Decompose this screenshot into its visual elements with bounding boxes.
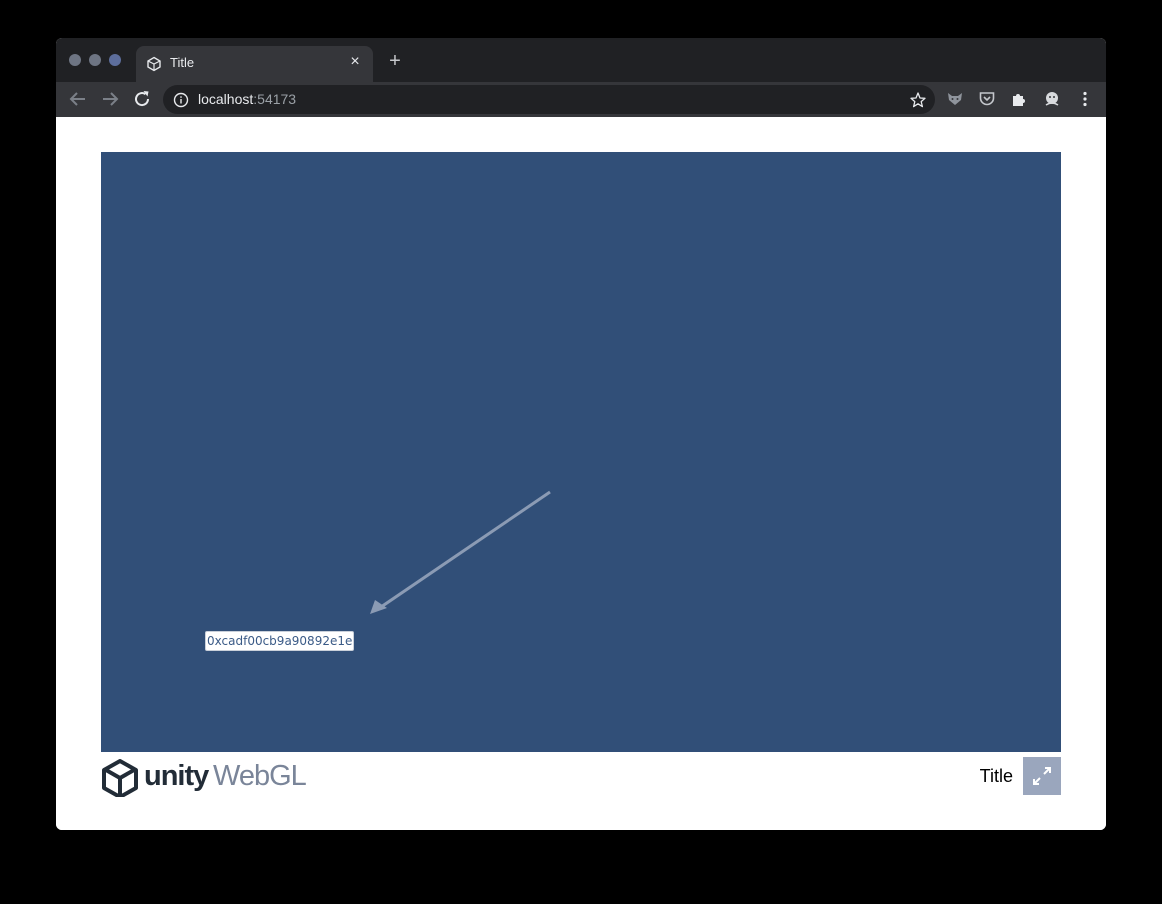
tab-close-icon[interactable]: × — [345, 52, 365, 72]
browser-window: Title × + localhost:54173 0xcadf00cb9a90… — [56, 38, 1106, 830]
fullscreen-icon — [1033, 767, 1051, 785]
tab-title[interactable]: Title × — [136, 46, 373, 82]
arrow-left-icon[interactable] — [66, 87, 90, 111]
webgl-wordmark: WebGL — [213, 760, 307, 792]
fox-extension-icon[interactable] — [946, 90, 964, 108]
unity-wordmark: unity — [144, 760, 209, 792]
tab-strip: Title × + — [56, 38, 1106, 82]
unity-webgl-logo: unity WebGL — [101, 757, 311, 797]
unity-tab-icon — [146, 56, 162, 72]
page-content: 0xcadf00cb9a90892e1e unity WebGL Title — [56, 117, 1106, 830]
url-port: :54173 — [253, 91, 297, 107]
address-bar[interactable]: localhost:54173 — [163, 85, 935, 114]
minimize-window-button[interactable] — [89, 54, 101, 66]
puzzle-icon[interactable] — [1010, 90, 1028, 108]
browser-toolbar: localhost:54173 — [56, 82, 1106, 117]
fullscreen-button[interactable] — [1023, 757, 1061, 795]
new-tab-button[interactable]: + — [385, 51, 405, 71]
url-text: localhost:54173 — [198, 91, 296, 107]
star-icon[interactable] — [909, 91, 927, 109]
unity-footer: unity WebGL Title — [101, 752, 1061, 802]
address-label: 0xcadf00cb9a90892e1e — [205, 631, 355, 651]
avatar-extension-icon[interactable] — [1041, 90, 1059, 108]
pocket-icon[interactable] — [978, 90, 996, 108]
url-host: localhost — [198, 91, 254, 107]
arrow-right-icon[interactable] — [98, 87, 122, 111]
unity-canvas[interactable]: 0xcadf00cb9a90892e1e — [101, 152, 1061, 752]
tab-label: Title — [170, 55, 195, 70]
kebab-menu-icon[interactable] — [1076, 90, 1094, 108]
close-window-button[interactable] — [69, 54, 81, 66]
reload-icon[interactable] — [130, 87, 154, 111]
footer-title: Title — [979, 766, 1013, 786]
arrow-graphic — [370, 490, 551, 614]
info-icon[interactable] — [173, 92, 189, 108]
unity-logo-icon — [102, 759, 138, 797]
maximize-window-button[interactable] — [109, 54, 121, 66]
